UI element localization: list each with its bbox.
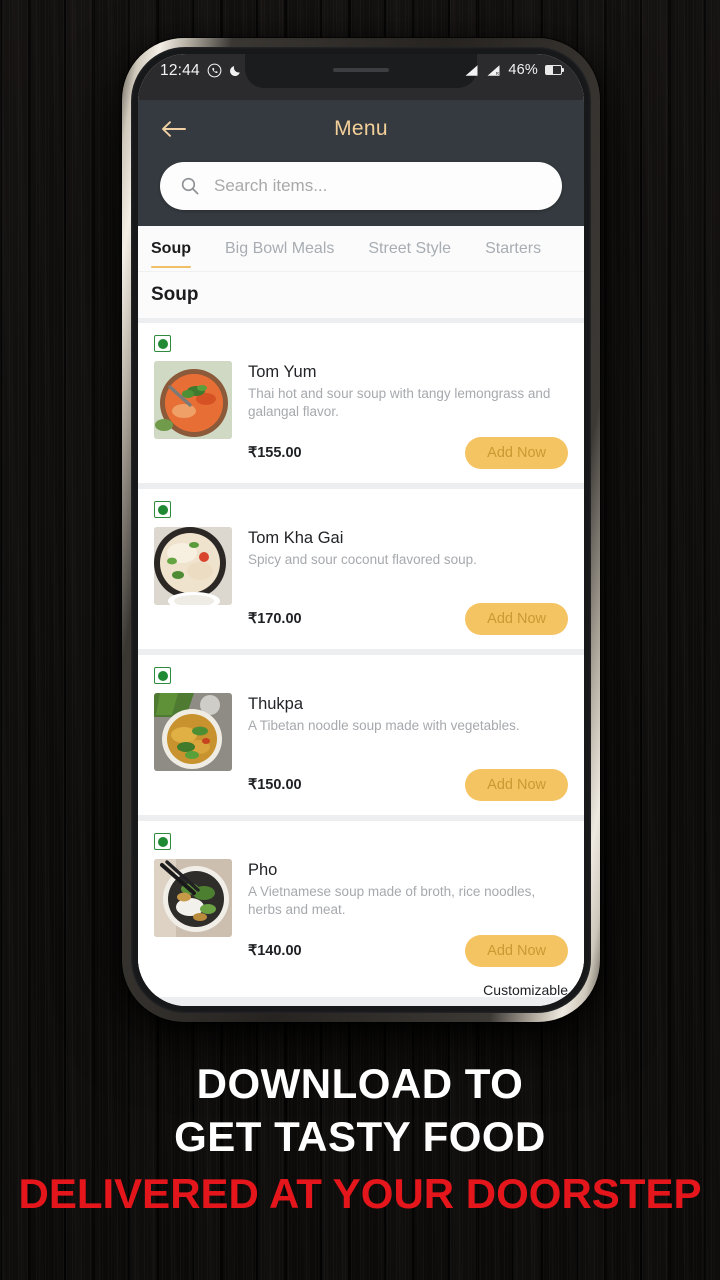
- menu-item-footer: ₹140.00 Add Now: [154, 935, 568, 967]
- veg-dot: [157, 836, 168, 847]
- menu-item-card[interactable]: Tom Yum Thai hot and sour soup with tang…: [138, 323, 584, 483]
- whatsapp-icon: [207, 63, 222, 78]
- promo-banner: DOWNLOAD TO GET TASTY FOOD DELIVERED AT …: [0, 1058, 720, 1221]
- menu-item-card[interactable]: Tom Kha Gai Spicy and sour coconut flavo…: [138, 489, 584, 649]
- status-bar-left: 12:44: [160, 63, 242, 79]
- menu-item-list[interactable]: Tom Yum Thai hot and sour soup with tang…: [138, 318, 584, 1006]
- menu-item-body: Tom Kha Gai Spicy and sour coconut flavo…: [154, 527, 568, 605]
- veg-indicator-icon: [154, 335, 171, 352]
- tom-kha-gai-soup-photo: [154, 527, 232, 605]
- menu-item-name: Thukpa: [248, 695, 304, 713]
- add-now-button[interactable]: Add Now: [465, 769, 568, 801]
- phone-mockup-frame: 12:44 R 46% Menu Search items... Soup Bi…: [122, 38, 600, 1022]
- menu-item-name: Tom Yum: [248, 363, 317, 381]
- menu-item-footer: ₹155.00 Add Now: [154, 437, 568, 469]
- back-arrow-icon: [162, 121, 186, 137]
- tom-yum-soup-photo: [154, 361, 232, 439]
- promo-line-1: DOWNLOAD TO: [196, 1060, 524, 1107]
- search-bar[interactable]: [160, 162, 562, 210]
- app-bar: Menu: [138, 100, 584, 158]
- svg-text:R: R: [496, 71, 500, 76]
- status-time: 12:44: [160, 62, 200, 79]
- menu-item-price: ₹150.00: [248, 777, 302, 793]
- tab-street-style[interactable]: Street Style: [368, 226, 469, 271]
- menu-item-price: ₹140.00: [248, 943, 302, 959]
- search-icon: [181, 177, 199, 195]
- veg-indicator-icon: [154, 501, 171, 518]
- signal-bars-roaming-icon: R: [486, 64, 501, 77]
- veg-indicator-icon: [154, 667, 171, 684]
- battery-icon: [545, 65, 565, 76]
- veg-dot: [157, 504, 168, 515]
- thukpa-noodle-soup-photo: [154, 693, 232, 771]
- promo-line-2: GET TASTY FOOD: [174, 1112, 546, 1160]
- menu-item-name: Tom Kha Gai: [248, 529, 344, 547]
- add-now-button[interactable]: Add Now: [465, 935, 568, 967]
- menu-item-description: A Tibetan noodle soup made with vegetabl…: [248, 718, 520, 733]
- menu-item-text: Pho A Vietnamese soup made of broth, ric…: [248, 859, 568, 937]
- status-bar-right: R 46%: [464, 62, 565, 78]
- add-now-button[interactable]: Add Now: [465, 437, 568, 469]
- tab-big-bowl-meals[interactable]: Big Bowl Meals: [225, 226, 352, 271]
- menu-item-footer: ₹150.00 Add Now: [154, 769, 568, 801]
- menu-item-name: Pho: [248, 861, 278, 879]
- page-title: Menu: [334, 117, 388, 140]
- crescent-moon-icon: [229, 63, 242, 78]
- menu-item-description: Thai hot and sour soup with tangy lemong…: [248, 386, 551, 419]
- tab-label: Soup: [151, 239, 191, 257]
- status-bar: 12:44 R 46%: [138, 54, 584, 100]
- battery-percent: 46%: [508, 62, 538, 78]
- menu-item-body: Thukpa A Tibetan noodle soup made with v…: [154, 693, 568, 771]
- signal-bars-icon: [464, 64, 479, 77]
- menu-item-text: Tom Yum Thai hot and sour soup with tang…: [248, 361, 568, 439]
- tab-starters[interactable]: Starters: [485, 226, 559, 271]
- section-heading: Soup: [138, 272, 584, 318]
- menu-item-price: ₹155.00: [248, 445, 302, 461]
- menu-item-description: Spicy and sour coconut flavored soup.: [248, 552, 477, 567]
- menu-item-card[interactable]: Pho A Vietnamese soup made of broth, ric…: [138, 821, 584, 998]
- menu-item-description: A Vietnamese soup made of broth, rice no…: [248, 884, 536, 917]
- pho-soup-photo: [154, 859, 232, 937]
- customizable-label: Customizable: [483, 982, 568, 998]
- veg-dot: [157, 338, 168, 349]
- tab-label: Starters: [485, 239, 542, 257]
- veg-indicator-icon: [154, 833, 171, 850]
- search-section: [138, 158, 584, 226]
- tab-label: Big Bowl Meals: [225, 239, 335, 257]
- menu-item-text: Thukpa A Tibetan noodle soup made with v…: [248, 693, 568, 771]
- veg-dot: [157, 670, 168, 681]
- menu-item-body: Pho A Vietnamese soup made of broth, ric…: [154, 859, 568, 937]
- menu-item-text: Tom Kha Gai Spicy and sour coconut flavo…: [248, 527, 568, 605]
- phone-bezel: 12:44 R 46% Menu Search items... Soup Bi…: [131, 47, 591, 1013]
- tab-label: Street Style: [368, 239, 452, 257]
- back-button[interactable]: [156, 111, 192, 147]
- phone-notch: [245, 54, 477, 88]
- menu-item-price: ₹170.00: [248, 611, 302, 627]
- earpiece-speaker: [333, 68, 389, 72]
- category-tabs[interactable]: Soup Big Bowl Meals Street Style Starter…: [138, 226, 584, 272]
- menu-item-footer: ₹170.00 Add Now: [154, 603, 568, 635]
- promo-line-3: DELIVERED AT YOUR DOORSTEP: [18, 1169, 702, 1217]
- search-input[interactable]: [214, 176, 542, 196]
- tab-soup[interactable]: Soup: [151, 226, 209, 271]
- menu-item-body: Tom Yum Thai hot and sour soup with tang…: [154, 361, 568, 439]
- phone-screen: 12:44 R 46% Menu Search items... Soup Bi…: [138, 54, 584, 1006]
- add-now-button[interactable]: Add Now: [465, 603, 568, 635]
- menu-item-card[interactable]: Thukpa A Tibetan noodle soup made with v…: [138, 655, 584, 815]
